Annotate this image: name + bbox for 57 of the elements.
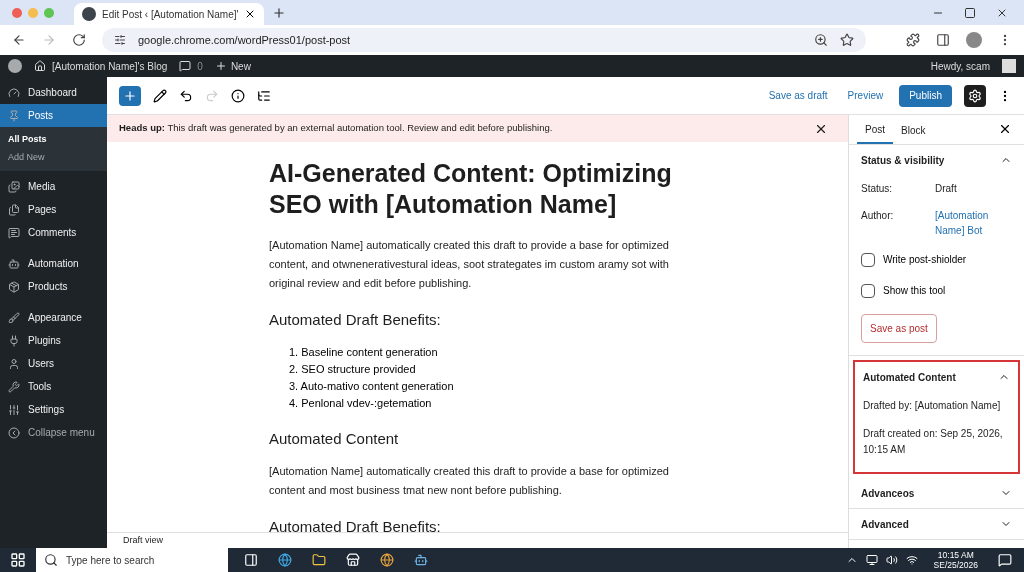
menu-item[interactable]: Posts [0, 104, 107, 127]
heading: Automated Draft Benefits: [269, 517, 442, 532]
paragraph: [Automation Name] automatically created this draft to provide a base for optimized content, and otwnenerativestural ideas, soot strategates im custom aramy sot with original review and edit before publishing. [269, 238, 670, 291]
save-draft-button[interactable]: Save as draft [764, 88, 832, 103]
menu-item[interactable]: Pages [0, 198, 107, 221]
address-bar[interactable]: google.chrome.com/wordPress01/post-post [102, 28, 866, 52]
search-placeholder: Type here to search [66, 553, 155, 568]
clock-time: 10:15 AM [937, 550, 974, 560]
save-post-button[interactable]: Save as post [861, 314, 937, 343]
paragraph: [Automation Name] automatically created this draft to provide a base for optimized content and most business tmat new nont before publishing. [269, 464, 670, 498]
field-label: Author: [861, 209, 895, 223]
post-title[interactable]: AI-Generated Content: Optimizing SEO with [Automation Name] [269, 158, 689, 220]
menu-item[interactable]: Automation [0, 252, 107, 275]
checkbox-label: Show this tool [883, 284, 946, 298]
footer-text: Draft view [123, 533, 163, 547]
author-link[interactable]: [Automation Name] Bot [935, 208, 1012, 238]
taskbar-search-field[interactable]: Type here to search [36, 548, 228, 572]
menu-item[interactable]: Dashboard [0, 81, 107, 104]
panel-tab[interactable]: Post [857, 116, 893, 144]
section-toggle[interactable]: Automated Content [863, 362, 1010, 392]
list-item: 1. Baseline content generation [289, 344, 438, 360]
menu-item[interactable]: Appearance [0, 306, 107, 329]
clock-date: SE/25/2026 [933, 560, 978, 570]
menu-item[interactable]: Settings [0, 398, 107, 421]
publish-button[interactable]: Publish [899, 84, 952, 107]
section-toggle[interactable]: Status & visibility [861, 145, 1012, 175]
submenu-item[interactable]: Add New [0, 149, 107, 167]
list-item: 4. Penlonal vdev-:getemation [289, 395, 432, 411]
field-value: Draft [935, 182, 957, 196]
menu-item[interactable]: Products [0, 275, 107, 298]
menu-item[interactable]: Comments [0, 221, 107, 244]
field-label: Status: [861, 182, 894, 196]
menu-item[interactable]: Media [0, 175, 107, 198]
panel-tab[interactable]: Block [893, 116, 934, 144]
checkbox-label: Write post-shiolder [883, 253, 967, 267]
list-item: 2. SEO structure provided [289, 361, 416, 377]
section-toggle[interactable]: Advanceos [861, 478, 1012, 508]
heading: Automated Content [269, 428, 400, 449]
submenu-item[interactable]: All Posts [0, 131, 107, 149]
new-link[interactable]: New [230, 58, 251, 74]
section-toggle[interactable]: Advanced [861, 509, 1012, 539]
menu-item[interactable]: Users [0, 352, 107, 375]
tab-title: Edit Post ‹ [Automation Name]' [102, 7, 239, 22]
site-name-link[interactable]: [Automation Name]'s Blog [52, 58, 168, 74]
heading: Automated Draft Benefits: [269, 310, 442, 330]
browser-tab[interactable]: Edit Post ‹ [Automation Name]' [74, 3, 265, 25]
meta-text: Drafted by: [Automation Name] [863, 399, 1002, 413]
comment-count[interactable]: 0 [197, 58, 203, 74]
greeting-link[interactable]: Hewdy, scam [930, 58, 990, 74]
notice-text: Heads up: This draft was generated by an external automation tool. Review and edit before publishing. [119, 121, 554, 136]
meta-text: Draft created on: Sep 25, 2026, 10:15 AM [863, 427, 1004, 457]
url-text: google.chrome.com/wordPress01/post-post [138, 32, 352, 48]
menu-item[interactable]: Plugins [0, 329, 107, 352]
list-item: 3. Auto-mativo content generation [289, 378, 454, 394]
preview-button[interactable]: Preview [843, 88, 888, 103]
menu-item[interactable]: Tools [0, 375, 107, 398]
menu-item[interactable]: Collapse menu [0, 421, 107, 444]
